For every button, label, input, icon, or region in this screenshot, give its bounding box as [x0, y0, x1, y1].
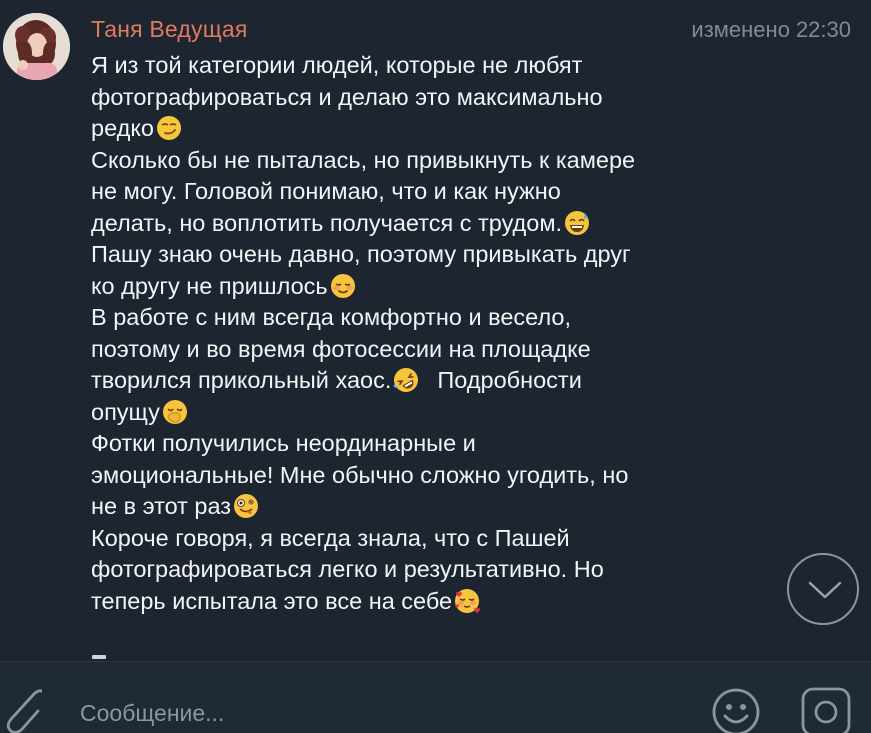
message-line: В работе с ним всегда комфортно и весело… [91, 302, 771, 334]
message-line: фотографироваться легко и результативно.… [91, 554, 771, 586]
message-line: не в этот раз [91, 491, 771, 523]
scroll-to-bottom-button[interactable] [787, 553, 859, 625]
avatar-photo [3, 13, 70, 80]
rofl-emoji [393, 368, 419, 392]
message-line-text: фотографироваться и делаю это максимальн… [91, 83, 603, 110]
camera-button[interactable] [801, 687, 851, 733]
message-line-text: не в этот раз [91, 493, 232, 519]
message-line: творился прикольный хаос. Подробности [91, 365, 771, 397]
message-line-text: редко [91, 115, 154, 141]
message-line: Пашу знаю очень давно, поэтому привыкать… [91, 239, 771, 271]
attach-button[interactable] [0, 684, 47, 733]
message-body: Я из той категории людей, которые не люб… [91, 50, 771, 617]
edited-label: изменено [691, 17, 790, 42]
chat-screen: Таня Ведущая изменено 22:30 Я из той кате… [0, 0, 871, 733]
message-line: теперь испытала это все на себе [91, 586, 771, 618]
hand-over-mouth-emoji [162, 399, 187, 424]
message-line: ко другу не пришлось [91, 271, 771, 303]
smirk-emoji [156, 116, 181, 140]
zany-face-emoji [234, 494, 259, 518]
next-message-peek [92, 655, 106, 659]
message-line-text: не могу. Головой понимаю, что и как нужн… [91, 178, 561, 204]
message-line: не могу. Головой понимаю, что и как нужн… [91, 176, 771, 208]
message-line-text: делать, но воплотить получается с трудом… [91, 209, 563, 236]
message-line: редко [91, 113, 771, 145]
message-line: опущу [91, 397, 771, 429]
message-line: фотографироваться и делаю это максимальн… [91, 82, 771, 114]
message-line-text: Подробности [437, 367, 582, 393]
message-line-text: Пашу знаю очень давно, поэтому привыкать… [91, 241, 631, 267]
message-composer [0, 661, 871, 733]
instagram-camera-icon [801, 687, 851, 733]
message-line-text: Короче говоря, я всегда знала, что с Паш… [91, 524, 570, 551]
message-line-text: Сколько бы не пыталась, но привыкнуть к … [91, 146, 636, 173]
message-line: поэтому и во время фотосессии на площадк… [91, 334, 771, 366]
sender-avatar[interactable] [3, 13, 70, 80]
message-line-text: творился прикольный хаос. [91, 367, 392, 393]
message-time: 22:30 [795, 17, 851, 42]
message-meta: изменено 22:30 [691, 17, 851, 43]
message-line-text: теперь испытала это все на себе [91, 587, 453, 614]
sweat-smile-emoji [565, 210, 590, 235]
message-line-text: Фотки получились неординарные и [91, 430, 476, 456]
emoji-smile-icon [712, 688, 760, 733]
message-line: Сколько бы не пыталась, но привыкнуть к … [91, 145, 771, 177]
message-line-text: В работе с ним всегда комфортно и весело… [91, 304, 572, 330]
message-line-text: опущу [91, 398, 160, 425]
emoji-button[interactable] [711, 687, 761, 733]
sender-name[interactable]: Таня Ведущая [91, 16, 247, 43]
message-line-text: эмоциональные! Мне обычно сложно угодить… [91, 461, 629, 488]
message-line-text: ко другу не пришлось [91, 272, 328, 299]
message-line-text: поэтому и во время фотосессии на площадк… [91, 335, 591, 362]
message-line: Фотки получились неординарные и [91, 428, 771, 460]
message-line: Я из той категории людей, которые не люб… [91, 50, 771, 82]
chevron-down-icon [808, 581, 842, 599]
smiling-hearts-emoji [455, 588, 481, 613]
message-line-text: Я из той категории людей, которые не люб… [91, 52, 583, 78]
message-line: Короче говоря, я всегда знала, что с Паш… [91, 523, 771, 555]
message-line: эмоциональные! Мне обычно сложно угодить… [91, 460, 771, 492]
blush-emoji [330, 273, 355, 298]
paperclip-icon [6, 689, 47, 733]
message-input[interactable] [80, 700, 640, 727]
message-line-text: фотографироваться легко и результативно.… [91, 556, 604, 582]
message-line: делать, но воплотить получается с трудом… [91, 208, 771, 240]
